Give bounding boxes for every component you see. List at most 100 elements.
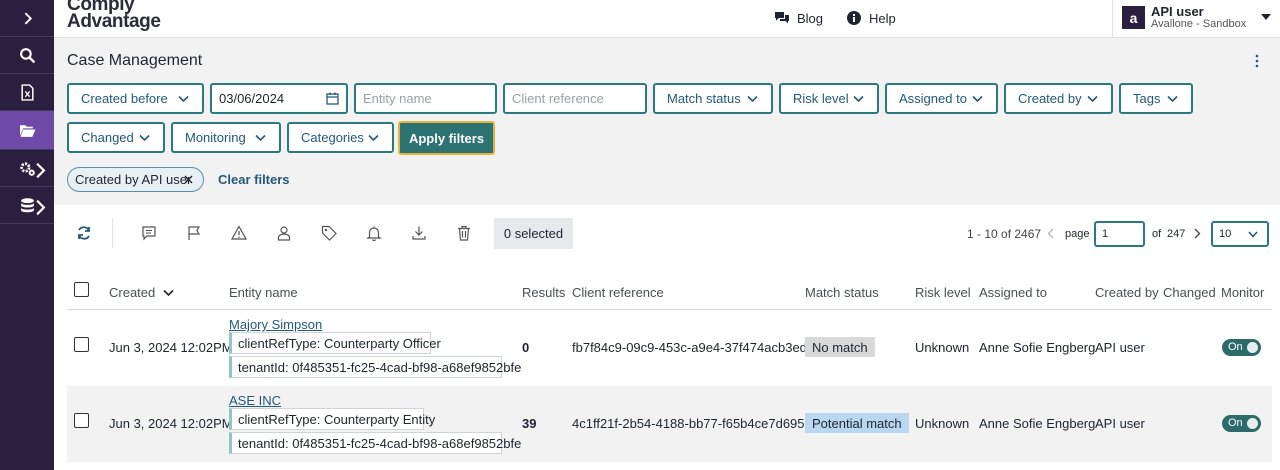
toolbar-divider — [112, 218, 113, 248]
changed-filter[interactable]: Changed — [67, 122, 165, 153]
chevron-down-icon — [1087, 95, 1098, 103]
trash-icon — [458, 225, 470, 241]
sidebar-item-search[interactable] — [0, 37, 54, 74]
select-all-checkbox[interactable] — [74, 282, 89, 297]
clear-filters-link[interactable]: Clear filters — [218, 172, 290, 187]
avatar: a — [1122, 6, 1145, 29]
comment-button[interactable] — [141, 225, 157, 241]
created-by-label: Created by — [1018, 91, 1082, 106]
refresh-button[interactable] — [76, 225, 92, 241]
expand-sidebar-button[interactable] — [0, 0, 54, 37]
column-header-results[interactable]: Results — [522, 285, 565, 300]
monitor-toggle[interactable]: On — [1222, 415, 1261, 432]
monitor-toggle[interactable]: On — [1222, 339, 1261, 356]
search-icon — [19, 47, 35, 63]
download-icon — [412, 226, 426, 240]
match-status-filter[interactable]: Match status — [653, 83, 773, 114]
date-value: 03/06/2024 — [219, 91, 285, 106]
assign-button[interactable] — [276, 225, 292, 241]
column-header-assigned-to[interactable]: Assigned to — [979, 285, 1047, 300]
user-menu[interactable]: a API user Avallone - Sandbox — [1112, 0, 1280, 38]
calendar-icon[interactable] — [326, 92, 339, 105]
sidebar-item-data[interactable] — [0, 187, 54, 224]
tags-filter[interactable]: Tags — [1119, 83, 1193, 114]
chevron-right-icon[interactable] — [1194, 228, 1201, 239]
assigned-to-label: Assigned to — [899, 91, 967, 106]
chevron-down-icon — [972, 95, 983, 103]
row-checkbox[interactable] — [74, 413, 89, 428]
toggle-knob — [1247, 418, 1258, 429]
entity-name-link[interactable]: Majory Simpson — [229, 317, 322, 332]
changed-label: Changed — [81, 130, 134, 145]
per-page-select[interactable]: 10 — [1211, 221, 1269, 247]
assigned-to-filter[interactable]: Assigned to — [885, 83, 998, 114]
download-button[interactable] — [411, 225, 427, 241]
close-icon[interactable] — [184, 175, 193, 184]
help-link[interactable]: Help — [846, 10, 896, 26]
chevron-left-icon[interactable] — [1047, 228, 1054, 239]
created-date: Jun 3, 2024 12:02PM — [109, 340, 233, 355]
monitoring-filter[interactable]: Monitoring — [171, 122, 281, 153]
entity-name-link[interactable]: ASE INC — [229, 393, 281, 408]
caret-down-icon — [1261, 14, 1271, 20]
chevron-right-icon — [24, 12, 32, 24]
tag-button[interactable] — [321, 225, 337, 241]
column-header-entity-name[interactable]: Entity name — [229, 285, 298, 300]
column-header-created-by[interactable]: Created by — [1095, 285, 1159, 300]
entity-name-input[interactable]: Entity name — [354, 83, 497, 114]
sidebar-item-reports[interactable] — [0, 74, 54, 111]
sidebar-item-cases[interactable] — [0, 111, 54, 150]
column-header-changed[interactable]: Changed — [1163, 285, 1216, 300]
chevron-down-icon — [255, 134, 266, 142]
chevron-down-icon — [368, 134, 379, 142]
column-header-risk-level[interactable]: Risk level — [915, 285, 971, 300]
categories-filter[interactable]: Categories — [287, 122, 394, 153]
column-header-created[interactable]: Created — [109, 285, 174, 300]
delete-button[interactable] — [456, 225, 472, 241]
of-label: of — [1152, 228, 1162, 240]
selected-count: 0 selected — [494, 218, 573, 249]
chevron-down-icon — [853, 95, 864, 103]
chevron-down-icon — [1248, 231, 1258, 238]
page-number-input[interactable]: 1 — [1094, 221, 1145, 247]
created-header-label: Created — [109, 285, 156, 300]
more-options-icon[interactable] — [1253, 54, 1261, 68]
risk-level-filter[interactable]: Risk level — [779, 83, 879, 114]
tenant-id-tag: tenantId: 0f485351-fc25-4cad-bf98-a68ef9… — [229, 356, 521, 378]
flag-icon — [188, 226, 201, 240]
blog-link[interactable]: Blog — [774, 10, 823, 26]
monitor-toggle-label: On — [1228, 417, 1243, 429]
risk-level-label: Risk level — [793, 91, 849, 106]
column-header-client-reference[interactable]: Client reference — [572, 285, 664, 300]
match-status-badge: No match — [805, 337, 875, 357]
client-reference-input[interactable]: Client reference — [503, 83, 647, 114]
assigned-to: Anne Sofie Engberg — [979, 416, 1096, 431]
monitor-toggle-label: On — [1228, 341, 1243, 353]
apply-filters-button[interactable]: Apply filters — [398, 121, 495, 155]
risk-level: Unknown — [915, 416, 970, 431]
chevron-right-icon — [36, 162, 46, 179]
sort-down-icon — [163, 289, 174, 297]
risk-button[interactable] — [230, 225, 248, 241]
client-reference: fb7f84c9-09c9-453c-a9e4-37f474acb3ed — [572, 340, 807, 355]
logo[interactable]: Comply Advantage — [67, 0, 161, 31]
chevron-down-icon — [1167, 95, 1178, 103]
monitor-button[interactable] — [366, 225, 382, 242]
excel-file-icon — [20, 83, 34, 101]
chevron-down-icon — [178, 95, 189, 103]
active-filter-chip[interactable]: Created by API user — [67, 167, 204, 192]
sidebar-item-settings[interactable] — [0, 150, 54, 187]
user-name: API user — [1151, 4, 1204, 19]
client-reference: 4c1ff21f-2b54-4188-bb77-f65b4ce7d695 — [572, 416, 805, 431]
column-header-match-status[interactable]: Match status — [805, 285, 879, 300]
created-before-filter[interactable]: Created before — [67, 83, 204, 114]
warning-icon — [230, 225, 248, 240]
row-checkbox[interactable] — [74, 337, 89, 352]
date-input[interactable]: 03/06/2024 — [210, 83, 348, 114]
categories-label: Categories — [301, 130, 364, 145]
created-by-filter[interactable]: Created by — [1004, 83, 1113, 114]
column-header-monitor[interactable]: Monitor — [1221, 285, 1264, 300]
flag-button[interactable] — [186, 225, 202, 241]
help-label: Help — [869, 10, 896, 26]
match-status-label: Match status — [667, 91, 741, 106]
